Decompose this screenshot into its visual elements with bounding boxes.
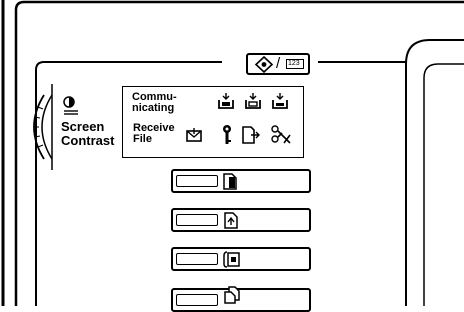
tray-icon-1 [218,93,234,109]
side-key-4[interactable] [171,286,311,312]
contrast-dial[interactable] [30,94,60,160]
doc-stack-icon [224,286,240,304]
document-forward-icon [242,126,260,144]
key-icon [223,125,231,144]
mode-key[interactable]: / 123 [246,53,310,75]
side-key-3[interactable] [171,247,311,271]
screen-contrast-label-line2: Contrast [61,133,115,148]
doc-single-icon [223,173,237,190]
mode-key-badge: 123 [286,59,304,69]
mode-key-badge-text: 123 [288,60,300,67]
tray-icon-3 [272,93,288,109]
contrast-icon [63,96,78,115]
doc-rotate-icon [224,212,238,229]
fax-receive-icon [186,128,202,142]
side-key-1[interactable] [171,169,311,193]
copy-mode-icon [254,55,274,74]
tray-icon-2 [245,93,261,109]
communicating-label-line2: nicating [132,102,175,114]
receive-file-label-line2: File [133,133,152,145]
screen-contrast-label-line1: Screen [61,119,105,134]
side-key-2[interactable] [171,208,311,232]
doc-copy-icon [223,251,240,268]
scissors-icon [271,125,291,144]
slash-divider: / [276,55,281,72]
